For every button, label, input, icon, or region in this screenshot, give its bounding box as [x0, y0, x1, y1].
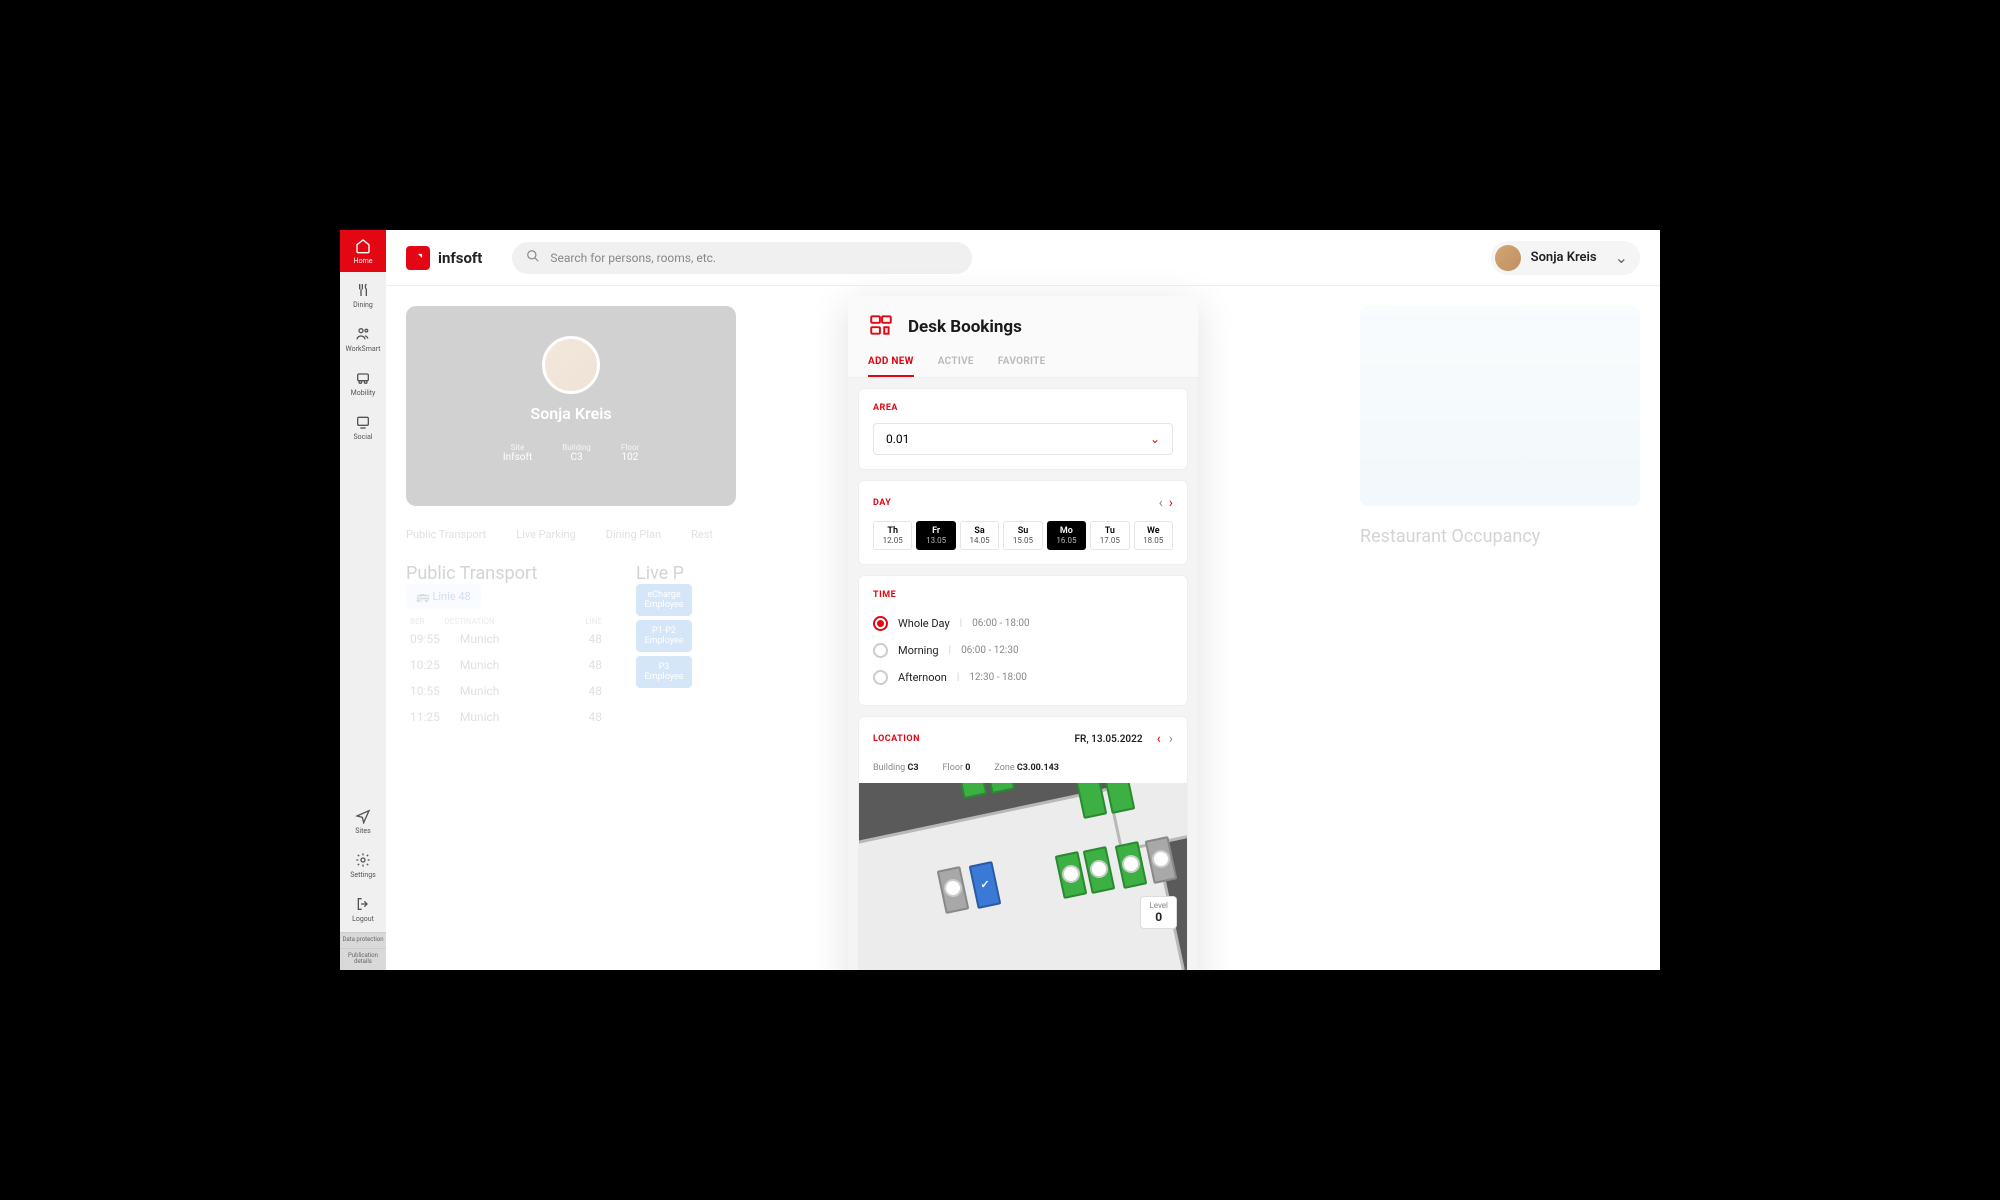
search-placeholder: Search for persons, rooms, etc.: [550, 251, 716, 265]
nav-home[interactable]: Home: [340, 230, 386, 272]
time-label: TIME: [873, 590, 1173, 600]
location-label: LOCATION: [873, 734, 920, 744]
tab-favorite[interactable]: FAVORITE: [998, 350, 1046, 377]
dining-icon: [354, 281, 372, 299]
logout-icon: [354, 895, 372, 913]
user-menu[interactable]: Sonja Kreis ⌄: [1491, 241, 1640, 275]
tab-active[interactable]: ACTIVE: [938, 350, 974, 377]
logo-mark-icon: [406, 246, 430, 270]
nav-label: Social: [353, 433, 372, 441]
area-card: AREA 0.01 ⌄: [858, 388, 1188, 470]
desk-bookings-icon: [868, 312, 894, 342]
tab-add-new[interactable]: ADD NEW: [868, 350, 914, 377]
chevron-down-icon: ⌄: [1615, 248, 1628, 267]
next-location-arrow-icon[interactable]: ›: [1169, 731, 1173, 747]
nav-dining[interactable]: Dining: [340, 274, 386, 316]
radio-icon: [873, 643, 888, 658]
time-option[interactable]: Whole Day | 06:00 - 18:00: [873, 610, 1173, 637]
search-icon: [526, 249, 540, 266]
area-value: 0.01: [886, 432, 909, 446]
day-chip[interactable]: Sa14.05: [960, 521, 999, 550]
nav-sites[interactable]: Sites: [340, 800, 386, 842]
day-card: DAY ‹ › Th12.05Fr13.05Sa14.05Su15.05Mo16…: [858, 480, 1188, 565]
chevron-down-icon: ⌄: [1150, 432, 1160, 446]
worksmart-icon: [354, 325, 372, 343]
level-badge[interactable]: Level 0: [1140, 896, 1177, 929]
time-option[interactable]: Afternoon | 12:30 - 18:00: [873, 664, 1173, 691]
nav-worksmart[interactable]: WorkSmart: [340, 318, 386, 360]
topbar: infsoft Search for persons, rooms, etc. …: [386, 230, 1660, 286]
gear-icon: [354, 851, 372, 869]
nav-label: Home: [354, 257, 373, 265]
area-select[interactable]: 0.01 ⌄: [873, 423, 1173, 455]
footer-data-protection[interactable]: Data protection: [340, 932, 386, 948]
time-option[interactable]: Morning | 06:00 - 12:30: [873, 637, 1173, 664]
nav-label: Sites: [355, 827, 370, 835]
nav-logout[interactable]: Logout: [340, 888, 386, 930]
day-chip[interactable]: Mo16.05: [1047, 521, 1086, 550]
floorplan-map[interactable]: ✓ Level 0: [859, 783, 1187, 970]
location-card: LOCATION FR, 13.05.2022 ‹ › Building C3 …: [858, 716, 1188, 970]
prev-day-arrow-icon[interactable]: ‹: [1159, 495, 1163, 511]
user-name: Sonja Kreis: [1531, 250, 1597, 265]
nav-label: Mobility: [351, 389, 376, 397]
nav-label: Settings: [350, 871, 376, 879]
avatar: [1495, 245, 1521, 271]
day-chip[interactable]: Fr13.05: [916, 521, 955, 550]
location-date: FR, 13.05.2022: [1074, 734, 1142, 745]
area-label: AREA: [873, 403, 1173, 413]
prev-location-arrow-icon[interactable]: ‹: [1157, 731, 1161, 747]
day-chip[interactable]: We18.05: [1134, 521, 1173, 550]
brand-logo[interactable]: infsoft: [406, 246, 482, 270]
day-chip[interactable]: Th12.05: [873, 521, 912, 550]
mobility-icon: [354, 369, 372, 387]
brand-text: infsoft: [438, 249, 482, 267]
day-chip[interactable]: Tu17.05: [1090, 521, 1129, 550]
sites-icon: [354, 807, 372, 825]
nav-social[interactable]: Social: [340, 406, 386, 448]
modal-title: Desk Bookings: [908, 317, 1022, 337]
day-label: DAY: [873, 498, 891, 508]
day-chip[interactable]: Su15.05: [1003, 521, 1042, 550]
check-icon: ✓: [976, 875, 994, 893]
sidebar: Home Dining WorkSmart Mobility Social Si…: [340, 230, 386, 970]
next-day-arrow-icon[interactable]: ›: [1169, 495, 1173, 511]
radio-icon: [873, 670, 888, 685]
nav-label: WorkSmart: [346, 345, 381, 353]
footer-publication-details[interactable]: Publication details: [340, 948, 386, 970]
radio-icon: [873, 616, 888, 631]
search-input[interactable]: Search for persons, rooms, etc.: [512, 242, 972, 274]
nav-label: Logout: [352, 915, 374, 923]
home-icon: [354, 237, 372, 255]
nav-settings[interactable]: Settings: [340, 844, 386, 886]
time-card: TIME Whole Day | 06:00 - 18:00 Morning |…: [858, 575, 1188, 706]
desk-bookings-modal: Desk Bookings ADD NEW ACTIVE FAVORITE AR…: [848, 296, 1198, 970]
nav-mobility[interactable]: Mobility: [340, 362, 386, 404]
social-icon: [354, 413, 372, 431]
nav-label: Dining: [353, 301, 373, 309]
